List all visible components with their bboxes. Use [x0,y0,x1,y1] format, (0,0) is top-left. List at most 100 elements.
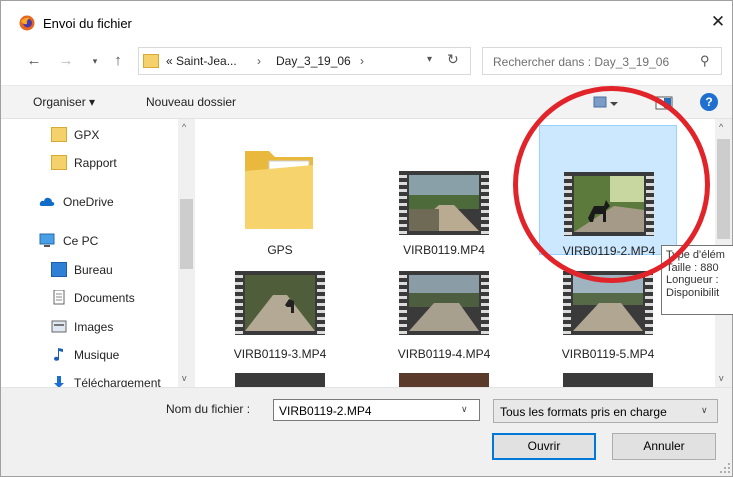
close-icon[interactable]: ✕ [707,11,729,33]
file-item-video[interactable]: VIRB0119-4.MP4 [375,255,513,385]
window-title: Envoi du fichier [43,16,132,31]
video-frame-image [409,175,479,231]
file-item-video[interactable] [375,371,513,387]
film-strip-holes [399,171,407,235]
nav-item-label: Rapport [74,156,117,170]
tooltip-line: Longueur : [666,274,719,286]
desktop-icon [51,262,67,277]
scrollbar-thumb[interactable] [717,139,730,239]
film-strip-holes [563,271,571,335]
chevron-down-icon[interactable]: ∨ [701,405,708,416]
nav-item-documents[interactable]: Documents [1,287,181,309]
file-item-video[interactable]: VIRB0119-3.MP4 [211,255,349,385]
search-box[interactable]: Rechercher dans : Day_3_19_06 ⚲ [482,47,722,75]
nav-item-onedrive[interactable]: OneDrive [1,191,181,213]
breadcrumb-separator[interactable]: › [360,54,364,68]
address-history-chevron-icon[interactable]: ▾ [427,54,432,65]
video-thumbnail [563,373,653,387]
firefox-icon [19,15,35,31]
filename-value[interactable]: VIRB0119-2.MP4 [279,404,372,418]
resize-grip-icon[interactable] [719,462,731,474]
new-folder-button[interactable]: Nouveau dossier [146,95,236,109]
tooltip-line: Taille : 880 [666,261,719,274]
nav-item-gpx[interactable]: GPX [1,124,181,146]
nav-item-label: Téléchargement [74,376,161,387]
nav-item-label: Documents [74,291,135,305]
film-strip-holes [645,271,653,335]
film-strip-holes [317,271,325,335]
file-item-video[interactable] [211,371,349,387]
video-frame-image [245,275,315,331]
nav-item-label: Musique [74,348,120,362]
title-bar: Envoi du fichier ✕ [1,1,732,43]
open-button[interactable]: Ouvrir [492,433,596,460]
nav-item-rapport[interactable]: Rapport [1,152,181,174]
breadcrumb-parent[interactable]: « Saint-Jea... [166,54,237,68]
music-icon [54,348,63,361]
nav-item-images[interactable]: Images [1,316,181,338]
computer-icon [39,233,55,247]
scroll-up-icon[interactable]: ^ [182,122,186,132]
nav-item-label: GPX [74,128,100,142]
video-frame-image [573,275,643,331]
highlight-circle-annotation [513,86,710,283]
nav-item-bureau[interactable]: Bureau [1,259,181,281]
images-icon [51,320,67,333]
download-icon [54,376,64,387]
file-item-video[interactable]: VIRB0119.MP4 [375,125,513,257]
nav-item-telechargement[interactable]: Téléchargement [1,372,181,387]
scroll-down-icon[interactable]: v [719,373,724,383]
scrollbar-thumb[interactable] [180,199,193,269]
search-input[interactable]: Rechercher dans : Day_3_19_06 [493,55,669,69]
nav-item-label: OneDrive [63,195,114,209]
file-dialog: Envoi du fichier ✕ ← → ▾ ↑ « Saint-Jea..… [0,0,733,477]
nav-item-label: Ce PC [63,234,99,248]
nav-pane-scrollbar[interactable]: ^ v [178,119,195,387]
video-thumbnail [235,271,325,335]
filename-field[interactable]: VIRB0119-2.MP4 ∨ [273,399,480,421]
video-thumbnail [235,373,325,387]
nav-item-label: Bureau [74,263,113,277]
recent-chevron-down-icon[interactable]: ▾ [86,52,104,70]
documents-icon [53,290,65,305]
video-thumbnail [399,171,489,235]
film-strip-holes [399,271,407,335]
refresh-icon[interactable]: ↻ [447,51,459,68]
chevron-down-icon[interactable]: ∨ [461,404,468,415]
folder-icon [143,54,159,68]
film-strip-holes [235,271,243,335]
filetype-select[interactable]: Tous les formats pris en charge ∨ [493,399,718,423]
nav-item-this-pc[interactable]: Ce PC [1,230,181,252]
nav-item-label: Images [74,320,114,334]
video-thumbnail [399,271,489,335]
organize-menu[interactable]: Organiser ▾ [33,95,95,109]
folder-icon [51,155,67,170]
video-thumbnail [399,373,489,387]
file-item-folder[interactable]: GPS [211,125,349,257]
nav-item-musique[interactable]: Musique [1,344,181,366]
file-name: VIRB0119-3.MP4 [233,347,327,361]
tooltip-line: Disponibilit [666,286,720,299]
navigation-pane: GPX Rapport OneDrive Ce PC Bureau Docume… [1,119,196,387]
search-icon[interactable]: ⚲ [700,53,710,69]
forward-arrow-icon[interactable]: → [57,52,75,70]
scroll-up-icon[interactable]: ^ [719,122,723,132]
address-bar[interactable]: « Saint-Jea... › Day_3_19_06 › ▾ ↻ [138,47,471,75]
filetype-value[interactable]: Tous les formats pris en charge [500,405,667,419]
scroll-down-icon[interactable]: v [182,373,187,383]
file-item-video[interactable] [539,371,677,387]
file-name: VIRB0119-4.MP4 [397,347,491,361]
filename-label: Nom du fichier : [166,402,251,416]
breadcrumb-separator[interactable]: › [257,54,261,68]
back-arrow-icon[interactable]: ← [25,52,43,70]
file-name: VIRB0119-5.MP4 [561,347,655,361]
up-arrow-icon[interactable]: ↑ [109,52,127,70]
folder-icon [245,151,313,229]
cancel-button[interactable]: Annuler [612,433,716,460]
film-strip-holes [481,171,489,235]
help-icon[interactable]: ? [700,93,718,111]
cloud-icon [39,197,55,206]
folder-icon [51,127,67,142]
breadcrumb-current[interactable]: Day_3_19_06 [276,54,351,68]
video-frame-image [409,275,479,331]
